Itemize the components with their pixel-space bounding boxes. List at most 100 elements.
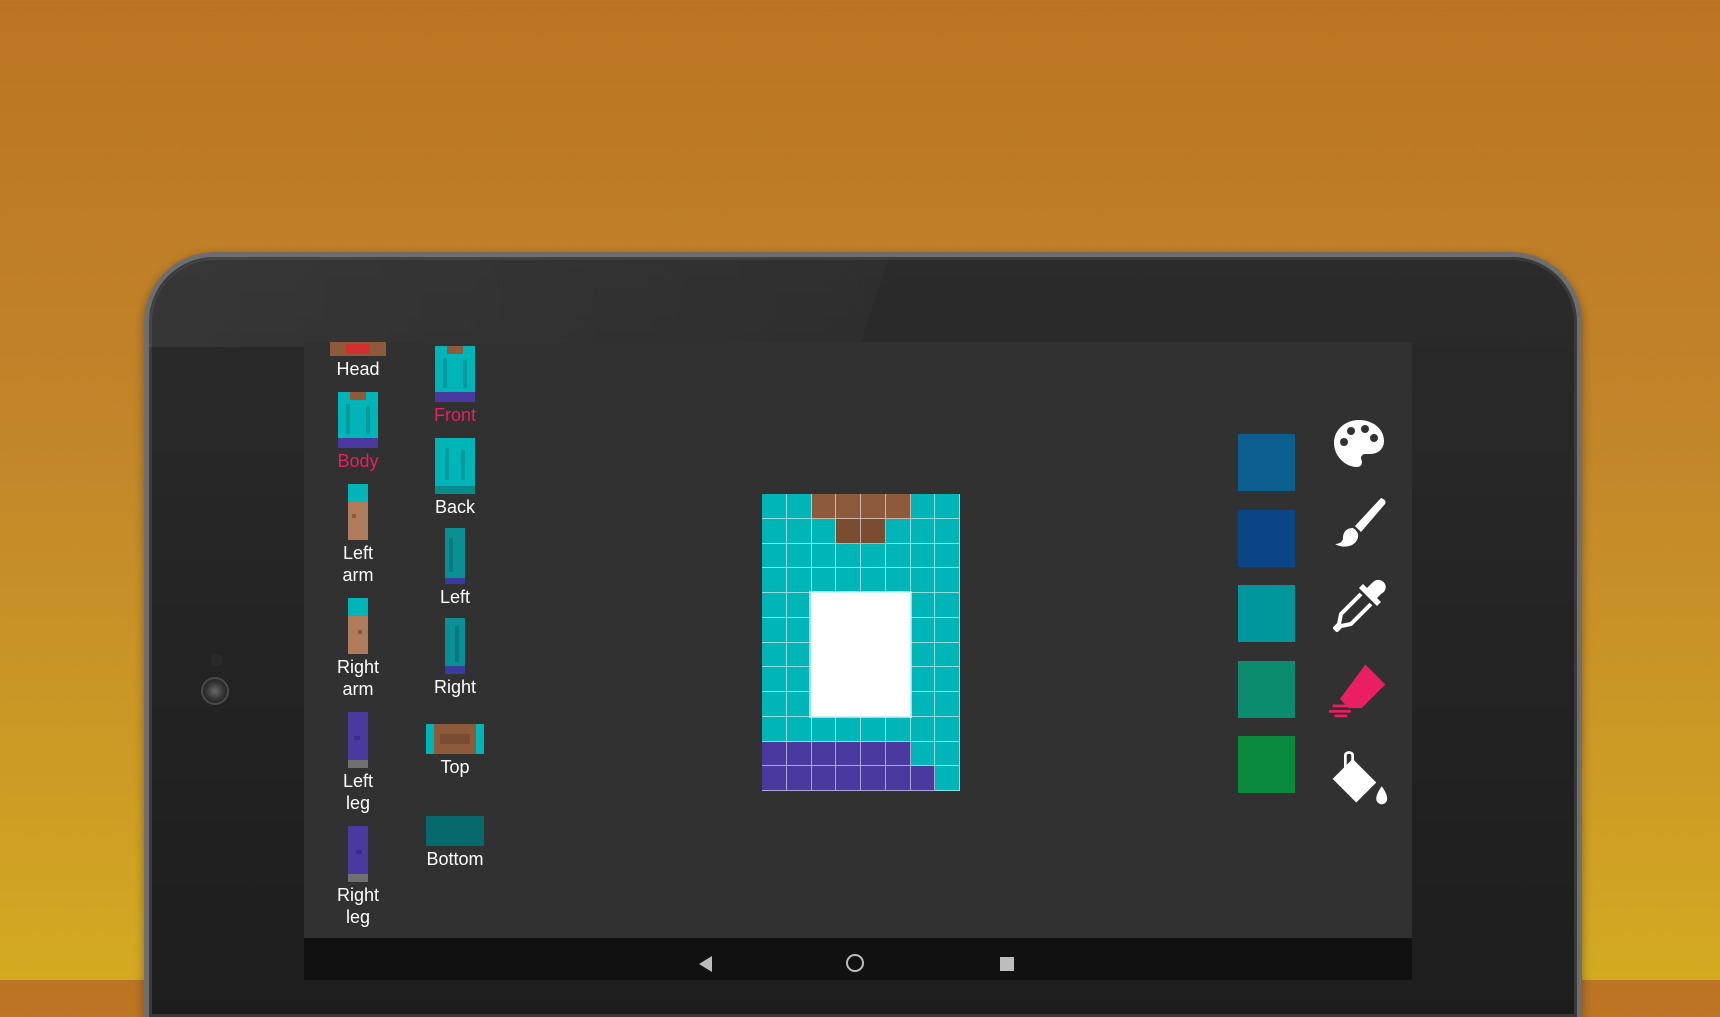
back-icon[interactable] <box>699 956 712 972</box>
pixel-cell[interactable] <box>836 766 861 791</box>
pixel-cell[interactable] <box>762 568 787 593</box>
pixel-cell[interactable] <box>762 518 787 544</box>
pixel-cell[interactable] <box>762 716 787 742</box>
pixel-cell[interactable] <box>836 568 861 593</box>
pixel-cell[interactable] <box>786 692 812 717</box>
pixel-cell[interactable] <box>935 642 960 668</box>
pixel-cell[interactable] <box>910 593 936 618</box>
pixel-cell[interactable] <box>935 692 960 717</box>
pixel-cell[interactable] <box>935 617 960 643</box>
pixel-cell[interactable] <box>786 667 812 692</box>
pixel-cell[interactable] <box>910 692 936 717</box>
pixel-cell[interactable] <box>885 518 911 544</box>
pixel-cell[interactable] <box>836 494 861 519</box>
pixel-cell[interactable] <box>885 494 911 519</box>
brush-tool-button[interactable] <box>1329 492 1389 552</box>
pixel-cell[interactable] <box>885 741 911 767</box>
part-item-left-arm[interactable]: Left arm <box>318 484 398 586</box>
part-item-right-arm[interactable]: Right arm <box>318 598 398 700</box>
pixel-cell[interactable] <box>762 667 787 692</box>
pixel-cell[interactable] <box>811 741 837 767</box>
home-icon[interactable] <box>846 954 864 972</box>
pixel-cell[interactable] <box>910 494 936 519</box>
pixel-cell[interactable] <box>836 716 861 742</box>
face-item-bottom[interactable]: Bottom <box>415 816 495 870</box>
color-swatch[interactable] <box>1238 585 1295 642</box>
face-item-left[interactable]: Left <box>415 528 495 608</box>
pixel-cell[interactable] <box>935 716 960 742</box>
pixel-canvas[interactable] <box>762 494 960 791</box>
pixel-cell[interactable] <box>762 617 787 643</box>
color-swatch[interactable] <box>1238 661 1295 718</box>
pixel-cell[interactable] <box>836 543 861 569</box>
pixel-cell[interactable] <box>861 494 886 519</box>
recent-apps-icon[interactable] <box>1000 957 1014 971</box>
pixel-cell[interactable] <box>811 518 837 544</box>
pixel-cell[interactable] <box>910 667 936 692</box>
pixel-cell[interactable] <box>935 741 960 767</box>
pixel-cell[interactable] <box>861 741 886 767</box>
pixel-cell[interactable] <box>762 741 787 767</box>
pixel-cell[interactable] <box>910 642 936 668</box>
face-item-top[interactable]: Top <box>415 724 495 778</box>
color-swatch[interactable] <box>1238 510 1295 567</box>
pixel-cell[interactable] <box>762 766 787 791</box>
pixel-cell[interactable] <box>786 568 812 593</box>
pixel-cell[interactable] <box>836 741 861 767</box>
pixel-cell[interactable] <box>935 766 960 791</box>
pixel-cell[interactable] <box>836 518 861 544</box>
pixel-cell[interactable] <box>762 593 787 618</box>
pixel-cell[interactable] <box>786 593 812 618</box>
pixel-cell[interactable] <box>910 741 936 767</box>
pixel-cell[interactable] <box>885 568 911 593</box>
eyedropper-tool-button[interactable] <box>1329 576 1389 636</box>
part-item-left-leg[interactable]: Left leg <box>318 712 398 814</box>
pixel-cell[interactable] <box>935 494 960 519</box>
pixel-cell[interactable] <box>786 766 812 791</box>
pixel-cell[interactable] <box>935 543 960 569</box>
pixel-cell[interactable] <box>910 617 936 643</box>
pixel-cell[interactable] <box>861 518 886 544</box>
face-item-right[interactable]: Right <box>415 618 495 698</box>
pixel-cell[interactable] <box>885 716 911 742</box>
pixel-cell[interactable] <box>762 642 787 668</box>
pixel-cell[interactable] <box>910 716 936 742</box>
pixel-cell[interactable] <box>861 543 886 569</box>
pixel-cell[interactable] <box>935 518 960 544</box>
eraser-tool-button[interactable] <box>1329 660 1389 720</box>
face-item-back[interactable]: Back <box>415 438 495 518</box>
pixel-cell[interactable] <box>786 716 812 742</box>
pixel-cell[interactable] <box>786 642 812 668</box>
pixel-cell[interactable] <box>811 766 837 791</box>
pixel-cell[interactable] <box>811 716 837 742</box>
pixel-cell[interactable] <box>861 766 886 791</box>
pixel-cell[interactable] <box>885 766 911 791</box>
pixel-cell[interactable] <box>885 543 911 569</box>
pixel-cell[interactable] <box>762 692 787 717</box>
palette-tool-button[interactable] <box>1329 414 1389 474</box>
pixel-cell[interactable] <box>786 741 812 767</box>
pixel-cell[interactable] <box>910 766 936 791</box>
pixel-cell[interactable] <box>811 568 837 593</box>
pixel-cell[interactable] <box>786 617 812 643</box>
part-item-head[interactable]: Head <box>318 342 398 380</box>
pixel-cell[interactable] <box>786 543 812 569</box>
pixel-cell[interactable] <box>762 494 787 519</box>
pixel-cell[interactable] <box>861 716 886 742</box>
pixel-cell[interactable] <box>786 494 812 519</box>
part-item-right-leg[interactable]: Right leg <box>318 826 398 928</box>
pixel-cell[interactable] <box>935 667 960 692</box>
face-item-front[interactable]: Front <box>415 346 495 426</box>
fill-tool-button[interactable] <box>1329 748 1389 808</box>
pixel-cell[interactable] <box>910 543 936 569</box>
color-swatch[interactable] <box>1238 434 1295 491</box>
pixel-cell[interactable] <box>762 543 787 569</box>
pixel-cell[interactable] <box>935 568 960 593</box>
pixel-cell[interactable] <box>861 568 886 593</box>
color-swatch[interactable] <box>1238 736 1295 793</box>
pixel-cell[interactable] <box>811 494 837 519</box>
pixel-cell[interactable] <box>910 568 936 593</box>
pixel-cell[interactable] <box>910 518 936 544</box>
part-item-body[interactable]: Body <box>318 392 398 472</box>
pixel-cell[interactable] <box>811 543 837 569</box>
